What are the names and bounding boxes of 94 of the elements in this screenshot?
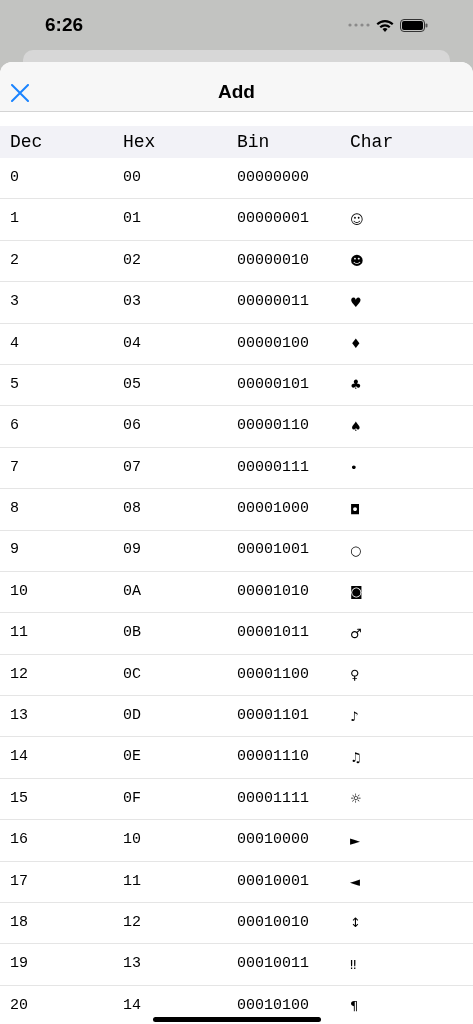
table-cell-text: 07: [123, 457, 142, 478]
table-cell-text: 1: [10, 209, 20, 230]
table-cell-text: ☺: [350, 210, 364, 229]
table-cell-text: 00: [123, 167, 142, 188]
table-cell-text: 00000011: [237, 292, 310, 313]
table-cell-text: 0A: [123, 581, 142, 602]
table-cell-text: 04: [123, 333, 142, 354]
table-cell-text: ○: [350, 541, 362, 560]
table-cell-text: 9: [10, 540, 20, 561]
table-cell-text: 00000100: [237, 333, 310, 354]
table-cell-text: 01: [123, 209, 142, 230]
table-cell-text: 09: [123, 540, 142, 561]
column-header: Hex: [123, 130, 157, 154]
table-cell-text: 00010100: [237, 995, 310, 1016]
table-cell-text: 4: [10, 333, 20, 354]
table-cell-text: 19: [10, 954, 29, 975]
table-cell-text: 17: [10, 871, 29, 892]
table-cell-text: 0C: [123, 664, 142, 685]
table-cell-text: 00000001: [237, 209, 310, 230]
table-cell-text: 10: [123, 830, 142, 851]
table-cell-text: 00010010: [237, 912, 310, 933]
table-cell-text: 14: [10, 747, 29, 768]
table-cell-text: 18: [10, 912, 29, 933]
table-cell-text: ♣: [350, 376, 362, 395]
table-cell-text: 00010001: [237, 871, 310, 892]
table-cell-text: ◘: [350, 500, 361, 519]
table-cell-text: ☻: [350, 252, 364, 271]
table-cell-text: 16: [10, 830, 29, 851]
column-header: Bin: [237, 130, 271, 154]
table-cell-text: ☼: [350, 790, 362, 809]
table-cell-text: 00000000: [237, 167, 310, 188]
wifi-icon: [376, 18, 394, 32]
table-cell-text: ‼: [350, 955, 357, 974]
table-cell-text: 14: [123, 995, 142, 1016]
signal-icon: [348, 23, 370, 27]
table-cell-text: 5: [10, 374, 20, 395]
table-cell-text: 05: [123, 374, 142, 395]
table-cell-text: 0F: [123, 788, 142, 809]
table-cell-text: ♦: [350, 335, 362, 353]
table-cell-text: ►: [350, 831, 360, 850]
table-cell-text: ♥: [350, 293, 362, 312]
table-cell-text: 0D: [123, 706, 142, 726]
table-cell-text: 0E: [123, 747, 142, 768]
column-header: Dec: [10, 130, 44, 154]
table-cell-text: 00001011: [237, 623, 310, 644]
table-cell-text: 00001100: [237, 664, 310, 685]
table-cell-text: ◙: [350, 583, 363, 602]
table-cell-text: 2: [10, 250, 20, 271]
table-cell-text: 20: [10, 995, 29, 1016]
table-cell-text: 03: [123, 292, 142, 313]
close-icon: [11, 84, 29, 102]
table-cell-text: ♫: [350, 748, 362, 767]
table-cell-text: 00001001: [237, 540, 310, 561]
table-cell-text: 00001111: [237, 788, 310, 809]
table-cell-text: 00000111: [237, 457, 310, 478]
status-time: 6:26: [45, 12, 84, 37]
table-cell-text: 12: [10, 664, 29, 685]
table-cell-text: ♂: [350, 624, 362, 643]
table-cell-text: 00001101: [237, 706, 310, 726]
table-cell-text: 6: [10, 416, 20, 437]
battery-icon: [400, 18, 428, 32]
table-cell-text: 3: [10, 292, 20, 313]
table-cell-text: 10: [10, 581, 29, 602]
table-cell-text: ¶: [350, 997, 359, 1016]
table-cell-text: 13: [123, 954, 142, 975]
table-cell-text: 00000010: [237, 250, 310, 271]
table-cell-text: 00010000: [237, 830, 310, 851]
table-cell-text: 8: [10, 499, 20, 520]
table-cell-text: 7: [10, 457, 20, 478]
table-cell-text: ♪: [350, 707, 359, 726]
table-cell-text: 0: [10, 167, 20, 188]
table-cell-text: 08: [123, 499, 142, 520]
close-button[interactable]: [10, 83, 30, 103]
table-cell-text: ♠: [350, 417, 362, 436]
table-cell-text: 11: [123, 871, 142, 892]
column-header: Char: [350, 130, 395, 154]
table-cell-text: 00010011: [237, 954, 310, 975]
table-cell-text: 15: [10, 788, 29, 809]
table-cell-text: 00001010: [237, 581, 310, 602]
table-cell-text: 06: [123, 416, 142, 437]
table-cell-text: 13: [10, 706, 29, 726]
table-cell-text: 00000110: [237, 416, 310, 437]
nav-title: Add: [218, 80, 255, 105]
table-cell-text: ◄: [350, 873, 360, 892]
table-cell-text: •: [350, 459, 358, 478]
table-cell-text: 00001000: [237, 499, 310, 520]
table-cell-text: 12: [123, 912, 142, 933]
table-cell-text: 11: [10, 623, 29, 644]
table-cell-text: 0B: [123, 623, 142, 644]
table-cell-text: 00000101: [237, 374, 310, 395]
table-cell-text: ♀: [350, 666, 360, 685]
table-cell-text: ↕: [350, 914, 361, 933]
table-cell-text: 00001110: [237, 747, 310, 768]
table-cell-text: 02: [123, 250, 142, 271]
